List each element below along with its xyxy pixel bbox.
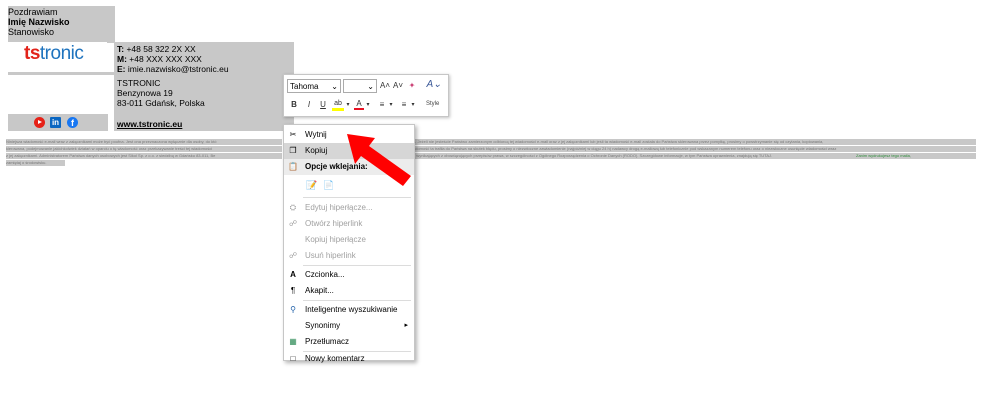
menu-item-copy-hyperlink[interactable]: Kopiuj hiperłącze — [284, 232, 414, 248]
grow-font-button[interactable]: A˄ — [380, 80, 390, 92]
facebook-icon[interactable]: f — [67, 117, 78, 128]
link-remove-icon: ☍ — [288, 251, 298, 260]
disclaimer-line-1-right: a. Jeżeli nie jesteście Państwo zamierzo… — [413, 139, 976, 145]
arrow-shape — [347, 134, 411, 186]
font-name-value: Tahoma — [290, 82, 319, 91]
numbering-icon[interactable]: ≡ — [398, 99, 410, 111]
paste-text-only-icon[interactable]: 📄 — [323, 180, 334, 190]
chevron-down-icon[interactable]: ▾ — [345, 99, 351, 111]
chevron-down-icon[interactable]: ▾ — [388, 99, 394, 111]
signature-position: Stanowisko — [8, 27, 55, 37]
text-styles-icon[interactable]: A⌄ — [424, 79, 444, 91]
menu-item-remove-hyperlink[interactable]: ☍ Usuń hiperlink — [284, 248, 414, 264]
menu-item-label: Otwórz hiperlink — [305, 219, 363, 228]
bold-button[interactable]: B — [289, 99, 299, 111]
italic-button[interactable]: I — [304, 99, 314, 111]
copy-icon: ❐ — [289, 146, 297, 155]
website-link[interactable]: www.tstronic.eu — [114, 118, 294, 131]
translate-icon: ▦ — [289, 337, 297, 346]
styles-button[interactable]: Style — [426, 101, 439, 107]
red-arrow-annotation — [347, 134, 411, 186]
menu-item-label: Synonimy — [305, 321, 341, 330]
chevron-down-icon[interactable]: ⌄ — [331, 80, 338, 94]
signature-greeting-block: Pozdrawiam Imię Nazwisko Stanowisko — [8, 6, 115, 43]
menu-item-label: Usuń hiperlink — [305, 251, 356, 260]
menu-item-label: Czcionka... — [305, 270, 345, 279]
email-line: E: imie.nazwisko@tstronic.eu — [117, 64, 294, 74]
disclaimer-line-3: z jej załącznikami. Administratorem Pańs… — [6, 153, 282, 159]
mobile-value: +48 XXX XXX XXX — [129, 54, 202, 64]
font-color-bar — [354, 108, 364, 110]
font-color-glyph: A — [356, 99, 362, 108]
menu-separator — [303, 197, 411, 198]
email-value[interactable]: imie.nazwisko@tstronic.eu — [128, 64, 229, 74]
link-edit-icon: ⛭ — [289, 203, 297, 212]
phone-value: +48 58 322 2X XX — [126, 44, 196, 54]
phone-line: T: +48 58 322 2X XX — [117, 44, 294, 54]
menu-separator — [303, 265, 411, 266]
logo-underline — [8, 72, 115, 75]
font-icon: A — [290, 270, 296, 279]
menu-item-label: Edytuj hiperłącze... — [305, 203, 373, 212]
disclaimer-line-4: zamiętaj o środowisku. — [6, 160, 65, 166]
underline-button[interactable]: U — [318, 99, 328, 111]
menu-separator — [303, 300, 411, 301]
shrink-font-button[interactable]: A˅ — [393, 80, 403, 92]
clear-formatting-icon[interactable]: ✦ — [406, 80, 418, 92]
menu-item-label: Kopiuj hiperłącze — [305, 235, 366, 244]
menu-item-new-comment[interactable]: □ Nowy komentarz — [284, 351, 414, 367]
phone-label: T: — [117, 44, 125, 54]
disclaimer-green-text: Zanim wydrukujesz tego maila, — [856, 153, 976, 159]
chevron-down-icon[interactable]: ▾ — [365, 99, 371, 111]
greeting-text: Pozdrawiam — [8, 7, 58, 17]
menu-item-smart-lookup[interactable]: ⚲ Inteligentne wyszukiwanie — [284, 302, 414, 318]
bullets-icon[interactable]: ≡ — [376, 99, 388, 111]
youtube-icon[interactable] — [34, 117, 45, 128]
disclaimer-line-1: Niniejsza wiadomość e-mail wraz z załącz… — [6, 139, 282, 145]
scissors-icon: ✂ — [289, 130, 297, 139]
menu-item-label: Nowy komentarz — [305, 354, 365, 363]
menu-item-label: Inteligentne wyszukiwanie — [305, 305, 398, 314]
mobile-label: M: — [117, 54, 127, 64]
disclaimer-text: Niniejsza wiadomość e-mail wraz z załącz… — [6, 139, 976, 175]
menu-item-open-hyperlink[interactable]: ☍ Otwórz hiperlink — [284, 216, 414, 232]
highlight-color-bar — [332, 108, 344, 111]
contact-block: T: +48 58 322 2X XX M: +48 XXX XXX XXX E… — [114, 42, 294, 120]
menu-item-font[interactable]: A Czcionka... — [284, 267, 414, 283]
highlight-icon[interactable]: ab — [332, 98, 344, 111]
mobile-line: M: +48 XXX XXX XXX — [117, 54, 294, 64]
disclaimer-line-2: kierowana, podejmowanie jakichkolwiek dz… — [6, 146, 282, 152]
company-city: 83-011 Gdańsk, Polska — [117, 98, 205, 108]
disclaimer-line-3-right: ń wynikających z obowiązujących przepisó… — [413, 153, 856, 159]
company-logo: tstronic — [24, 43, 84, 64]
search-icon: ⚲ — [290, 305, 296, 314]
paste-keep-format-icon[interactable]: 📝 — [306, 180, 317, 190]
email-label: E: — [117, 64, 126, 74]
menu-item-label: Wytnij — [305, 130, 327, 139]
comment-icon: □ — [290, 354, 296, 363]
menu-item-paragraph[interactable]: ¶ Akapit... — [284, 283, 414, 299]
font-name-combobox[interactable]: Tahoma ⌄ — [287, 79, 341, 93]
menu-item-edit-hyperlink[interactable]: ⛭ Edytuj hiperłącze... — [284, 200, 414, 216]
paste-icon: 📋 — [288, 162, 298, 171]
link-open-icon: ☍ — [288, 219, 298, 228]
font-size-combobox[interactable]: ⌄ — [343, 79, 377, 93]
company-name: TSTRONIC — [117, 78, 161, 88]
menu-item-translate[interactable]: ▦ Przetłumacz — [284, 334, 414, 350]
submenu-arrow-icon: ▸ — [404, 322, 408, 329]
menu-item-synonyms[interactable]: Synonimy ▸ — [284, 318, 414, 334]
menu-item-label: Kopiuj — [305, 146, 328, 155]
disclaimer-line-2-right: adomość ta trafiła do Państwa na skutek … — [413, 146, 976, 152]
menu-item-label: Przetłumacz — [305, 337, 350, 346]
paragraph-icon: ¶ — [290, 286, 296, 295]
linkedin-icon[interactable]: in — [50, 117, 61, 128]
chevron-down-icon[interactable]: ⌄ — [367, 80, 374, 94]
menu-item-label: Akapit... — [305, 286, 334, 295]
font-color-button[interactable]: A — [354, 98, 364, 110]
chevron-down-icon[interactable]: ▾ — [410, 99, 416, 111]
company-street: Benzynowa 19 — [117, 88, 173, 98]
signature-name: Imię Nazwisko — [8, 17, 70, 27]
mini-toolbar: Tahoma ⌄ ⌄ A˄ A˅ ✦ A⌄ B I U ab ▾ A ▾ ≡ ▾… — [283, 74, 449, 117]
